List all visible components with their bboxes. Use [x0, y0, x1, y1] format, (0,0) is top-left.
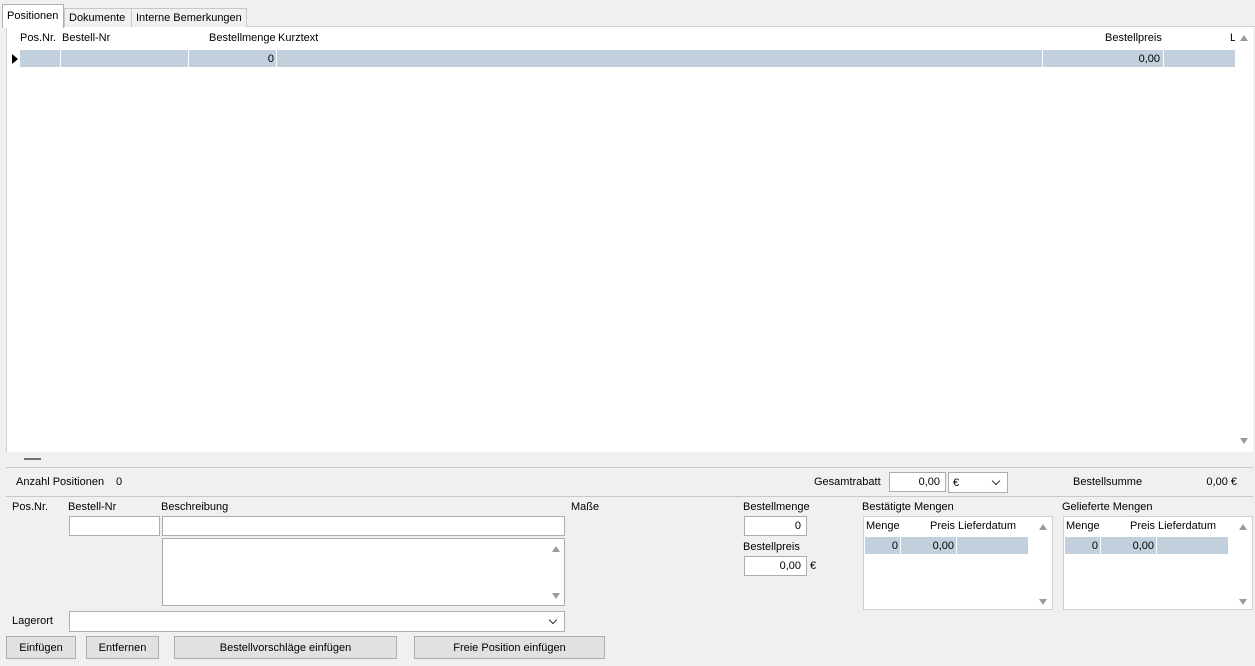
bestellvorschlaege-einfuegen-button[interactable]: Bestellvorschläge einfügen [174, 636, 397, 659]
tab-positionen[interactable]: Positionen [2, 4, 64, 28]
gelieferte-mengen-title: Gelieferte Mengen [1062, 501, 1153, 513]
column-header-lieferdatum[interactable]: Lieferdatum [958, 520, 1016, 532]
cell-preis[interactable]: 0,00 [933, 540, 954, 552]
bestellnr-label: Bestell-Nr [68, 501, 117, 513]
chevron-down-icon [548, 615, 558, 625]
divider [6, 467, 1253, 468]
table-row[interactable]: 0 0,00 [865, 537, 1028, 554]
scroll-up-icon[interactable] [1039, 524, 1047, 530]
scroll-down-icon[interactable] [1240, 438, 1248, 444]
posnr-label: Pos.Nr. [12, 501, 49, 513]
cell-bestellmenge[interactable]: 0 [268, 53, 274, 65]
column-header-preis[interactable]: Preis [1130, 520, 1155, 532]
splitter-handle[interactable] [24, 458, 41, 460]
scroll-down-icon[interactable] [1239, 599, 1247, 605]
tab-interne-bemerkungen[interactable]: Interne Bemerkungen [131, 8, 247, 27]
currency-select-value: € [953, 477, 960, 489]
cell-menge[interactable]: 0 [1092, 540, 1098, 552]
bestaetigte-mengen-title: Bestätigte Mengen [862, 501, 954, 513]
beschreibung-label: Beschreibung [161, 501, 229, 513]
bestellsumme-value: 0,00 € [1206, 476, 1237, 488]
column-header-menge[interactable]: Menge [866, 520, 900, 532]
bestellnr-input[interactable] [69, 516, 160, 536]
row-indicator-icon [12, 54, 18, 64]
cell-preis[interactable]: 0,00 [1133, 540, 1154, 552]
column-header-kurztext[interactable]: Kurztext [278, 32, 318, 44]
chevron-down-icon [991, 476, 1001, 486]
bestaetigte-mengen-grid[interactable]: Menge Preis Lieferdatum 0 0,00 [863, 516, 1053, 610]
scroll-up-icon[interactable] [552, 546, 560, 552]
column-header-bestellmenge[interactable]: Bestellmenge [209, 32, 276, 44]
beschreibung-textarea[interactable] [162, 538, 565, 606]
scroll-down-icon[interactable] [552, 593, 560, 599]
bestellmenge-label: Bestellmenge [743, 501, 810, 513]
gesamtrabatt-label: Gesamtrabatt [814, 476, 881, 488]
entfernen-button[interactable]: Entfernen [86, 636, 159, 659]
gelieferte-mengen-grid[interactable]: Menge Preis Lieferdatum 0 0,00 [1063, 516, 1253, 610]
column-header-bestellnr[interactable]: Bestell-Nr [62, 32, 110, 44]
currency-select[interactable]: € [948, 472, 1008, 493]
tab-dokumente[interactable]: Dokumente [64, 8, 132, 27]
column-header-preis[interactable]: Preis [930, 520, 955, 532]
column-header-lieferdatum[interactable]: Lieferdatum [1158, 520, 1216, 532]
lagerort-label: Lagerort [12, 615, 53, 627]
gesamtrabatt-input[interactable]: 0,00 [889, 472, 946, 492]
bestellpreis-currency: € [810, 560, 817, 572]
masse-label: Maße [571, 501, 600, 513]
bestellpreis-label: Bestellpreis [743, 541, 800, 553]
lagerort-select[interactable] [69, 611, 565, 632]
cell-menge[interactable]: 0 [892, 540, 898, 552]
column-header-menge[interactable]: Menge [1066, 520, 1100, 532]
column-header-bestellpreis[interactable]: Bestellpreis [1105, 32, 1162, 44]
scroll-up-icon[interactable] [1239, 524, 1247, 530]
scroll-up-icon[interactable] [1240, 35, 1248, 41]
einfuegen-button[interactable]: Einfügen [6, 636, 76, 659]
cell-bestellpreis[interactable]: 0,00 [1139, 53, 1160, 65]
table-row[interactable]: 0 0,00 [1065, 537, 1228, 554]
freie-position-einfuegen-button[interactable]: Freie Position einfügen [414, 636, 605, 659]
grid-scrollbar[interactable] [1235, 27, 1253, 452]
table-row[interactable]: 0 0,00 [20, 50, 1235, 67]
divider [6, 496, 1253, 497]
bestellpreis-input[interactable]: 0,00 [744, 556, 807, 576]
bestellmenge-input[interactable]: 0 [744, 516, 807, 536]
beschreibung-input[interactable] [162, 516, 565, 536]
positions-grid[interactable]: Pos.Nr. Bestell-Nr Bestellmenge Kurztext… [6, 27, 1253, 452]
scroll-down-icon[interactable] [1039, 599, 1047, 605]
anzahl-positionen-value: 0 [116, 476, 123, 488]
anzahl-positionen-label: Anzahl Positionen [16, 476, 105, 488]
bestellsumme-label: Bestellsumme [1073, 476, 1143, 488]
tab-bar: Positionen Dokumente Interne Bemerkungen [2, 4, 1255, 28]
column-header-posnr[interactable]: Pos.Nr. [20, 32, 56, 44]
